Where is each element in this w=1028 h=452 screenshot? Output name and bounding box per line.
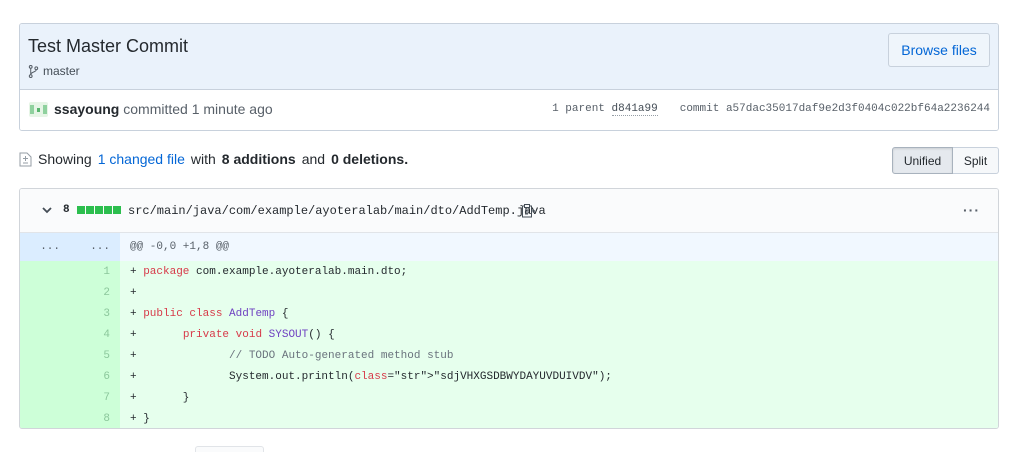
parent-label: 1 parent <box>552 103 605 115</box>
bottom-tab <box>195 446 264 452</box>
diff-line: 8 + } <box>20 408 998 428</box>
commit-box: Test Master Commit master Browse files s… <box>19 23 999 131</box>
code-line: + <box>120 282 998 303</box>
deletions-count: 0 deletions. <box>331 151 409 167</box>
commit-title: Test Master Commit <box>28 36 189 56</box>
file-path[interactable]: src/main/java/com/example/ayoteralab/mai… <box>128 204 546 218</box>
diff-line: 5 + // TODO Auto-generated method stub <box>20 345 998 366</box>
hunk-header: @@ -0,0 +1,8 @@ <box>120 233 998 261</box>
commit-time: 1 minute ago <box>191 101 273 117</box>
code-line: + public class AddTemp { <box>120 303 998 324</box>
new-line-number[interactable]: 3 <box>70 303 120 324</box>
old-line-number <box>20 366 70 387</box>
avatar[interactable] <box>29 102 48 117</box>
sha-info: 1 parent d841a99 commit a57dac35017daf9e… <box>552 103 990 116</box>
new-line-number[interactable]: 8 <box>70 408 120 428</box>
branch-label[interactable]: master <box>28 64 80 78</box>
unified-button[interactable]: Unified <box>892 147 953 174</box>
hunk-expand-old[interactable]: ... <box>20 233 70 261</box>
new-line-number[interactable]: 7 <box>70 387 120 408</box>
code-line: + } <box>120 408 998 428</box>
parent-info: 1 parent d841a99 <box>552 103 658 116</box>
git-branch-icon <box>28 64 39 78</box>
split-button[interactable]: Split <box>953 147 999 174</box>
code-line: + private void SYSOUT() { <box>120 324 998 345</box>
hunk-row: ... ... @@ -0,0 +1,8 @@ <box>20 233 998 261</box>
changed-files-link[interactable]: 1 changed file <box>98 151 185 167</box>
new-line-number[interactable]: 2 <box>70 282 120 303</box>
commit-sha: a57dac35017daf9e2d3f0404c022bf64a2236244 <box>725 103 990 115</box>
chevron-down-icon[interactable] <box>40 203 54 217</box>
new-line-number[interactable]: 1 <box>70 261 120 282</box>
diff-line: 3 + public class AddTemp { <box>20 303 998 324</box>
old-line-number <box>20 282 70 303</box>
additions-count: 8 additions <box>221 151 296 167</box>
diff-table: ... ... @@ -0,0 +1,8 @@ 1 + package com.e… <box>20 233 998 428</box>
old-line-number <box>20 408 70 428</box>
diff-line: 4 + private void SYSOUT() { <box>20 324 998 345</box>
browse-files-button[interactable]: Browse files <box>888 33 990 67</box>
diffstat-bar <box>77 206 121 214</box>
old-line-number <box>20 261 70 282</box>
more-options-icon[interactable]: ··· <box>963 203 980 217</box>
file-diff: 8 src/main/java/com/example/ayoteralab/m… <box>19 188 999 429</box>
diff-line: 6 + System.out.println(class="str">"sdjVH… <box>20 366 998 387</box>
parent-sha-link[interactable]: d841a99 <box>611 103 658 116</box>
code-line: + package com.example.ayoteralab.main.dt… <box>120 261 998 282</box>
clipboard-icon[interactable] <box>521 203 535 219</box>
new-line-number[interactable]: 5 <box>70 345 120 366</box>
code-line: + System.out.println(class="str">"sdjVHX… <box>120 366 998 387</box>
old-line-number <box>20 387 70 408</box>
hunk-expand-new[interactable]: ... <box>70 233 120 261</box>
diff-line: 1 + package com.example.ayoteralab.main.d… <box>20 261 998 282</box>
commit-header: Test Master Commit master Browse files <box>20 24 998 90</box>
new-line-number[interactable]: 4 <box>70 324 120 345</box>
branch-name: master <box>43 64 80 78</box>
code-line: + } <box>120 387 998 408</box>
diff-line: 7 + } <box>20 387 998 408</box>
author-line: ssayoung committed 1 minute ago <box>54 101 273 117</box>
old-line-number <box>20 345 70 366</box>
summary-with: with <box>190 151 216 167</box>
summary-and: and <box>301 151 326 167</box>
commit-sha-info: commit a57dac35017daf9e2d3f0404c022bf64a… <box>680 103 990 115</box>
file-change-count: 8 <box>63 204 70 216</box>
file-header: 8 src/main/java/com/example/ayoteralab/m… <box>20 189 998 233</box>
old-line-number <box>20 303 70 324</box>
diff-summary: Showing 1 changed file with 8 additions … <box>19 151 408 167</box>
old-line-number <box>20 324 70 345</box>
file-diff-icon <box>19 152 32 166</box>
new-line-number[interactable]: 6 <box>70 366 120 387</box>
diff-view-toggle: Unified Split <box>892 147 999 174</box>
commit-meta: ssayoung committed 1 minute ago 1 parent… <box>20 90 998 130</box>
diff-line: 2 + <box>20 282 998 303</box>
commit-label: commit <box>679 103 720 115</box>
author-name[interactable]: ssayoung <box>54 101 119 117</box>
code-line: + // TODO Auto-generated method stub <box>120 345 998 366</box>
commit-action: committed <box>123 101 188 117</box>
summary-prefix: Showing <box>38 151 92 167</box>
